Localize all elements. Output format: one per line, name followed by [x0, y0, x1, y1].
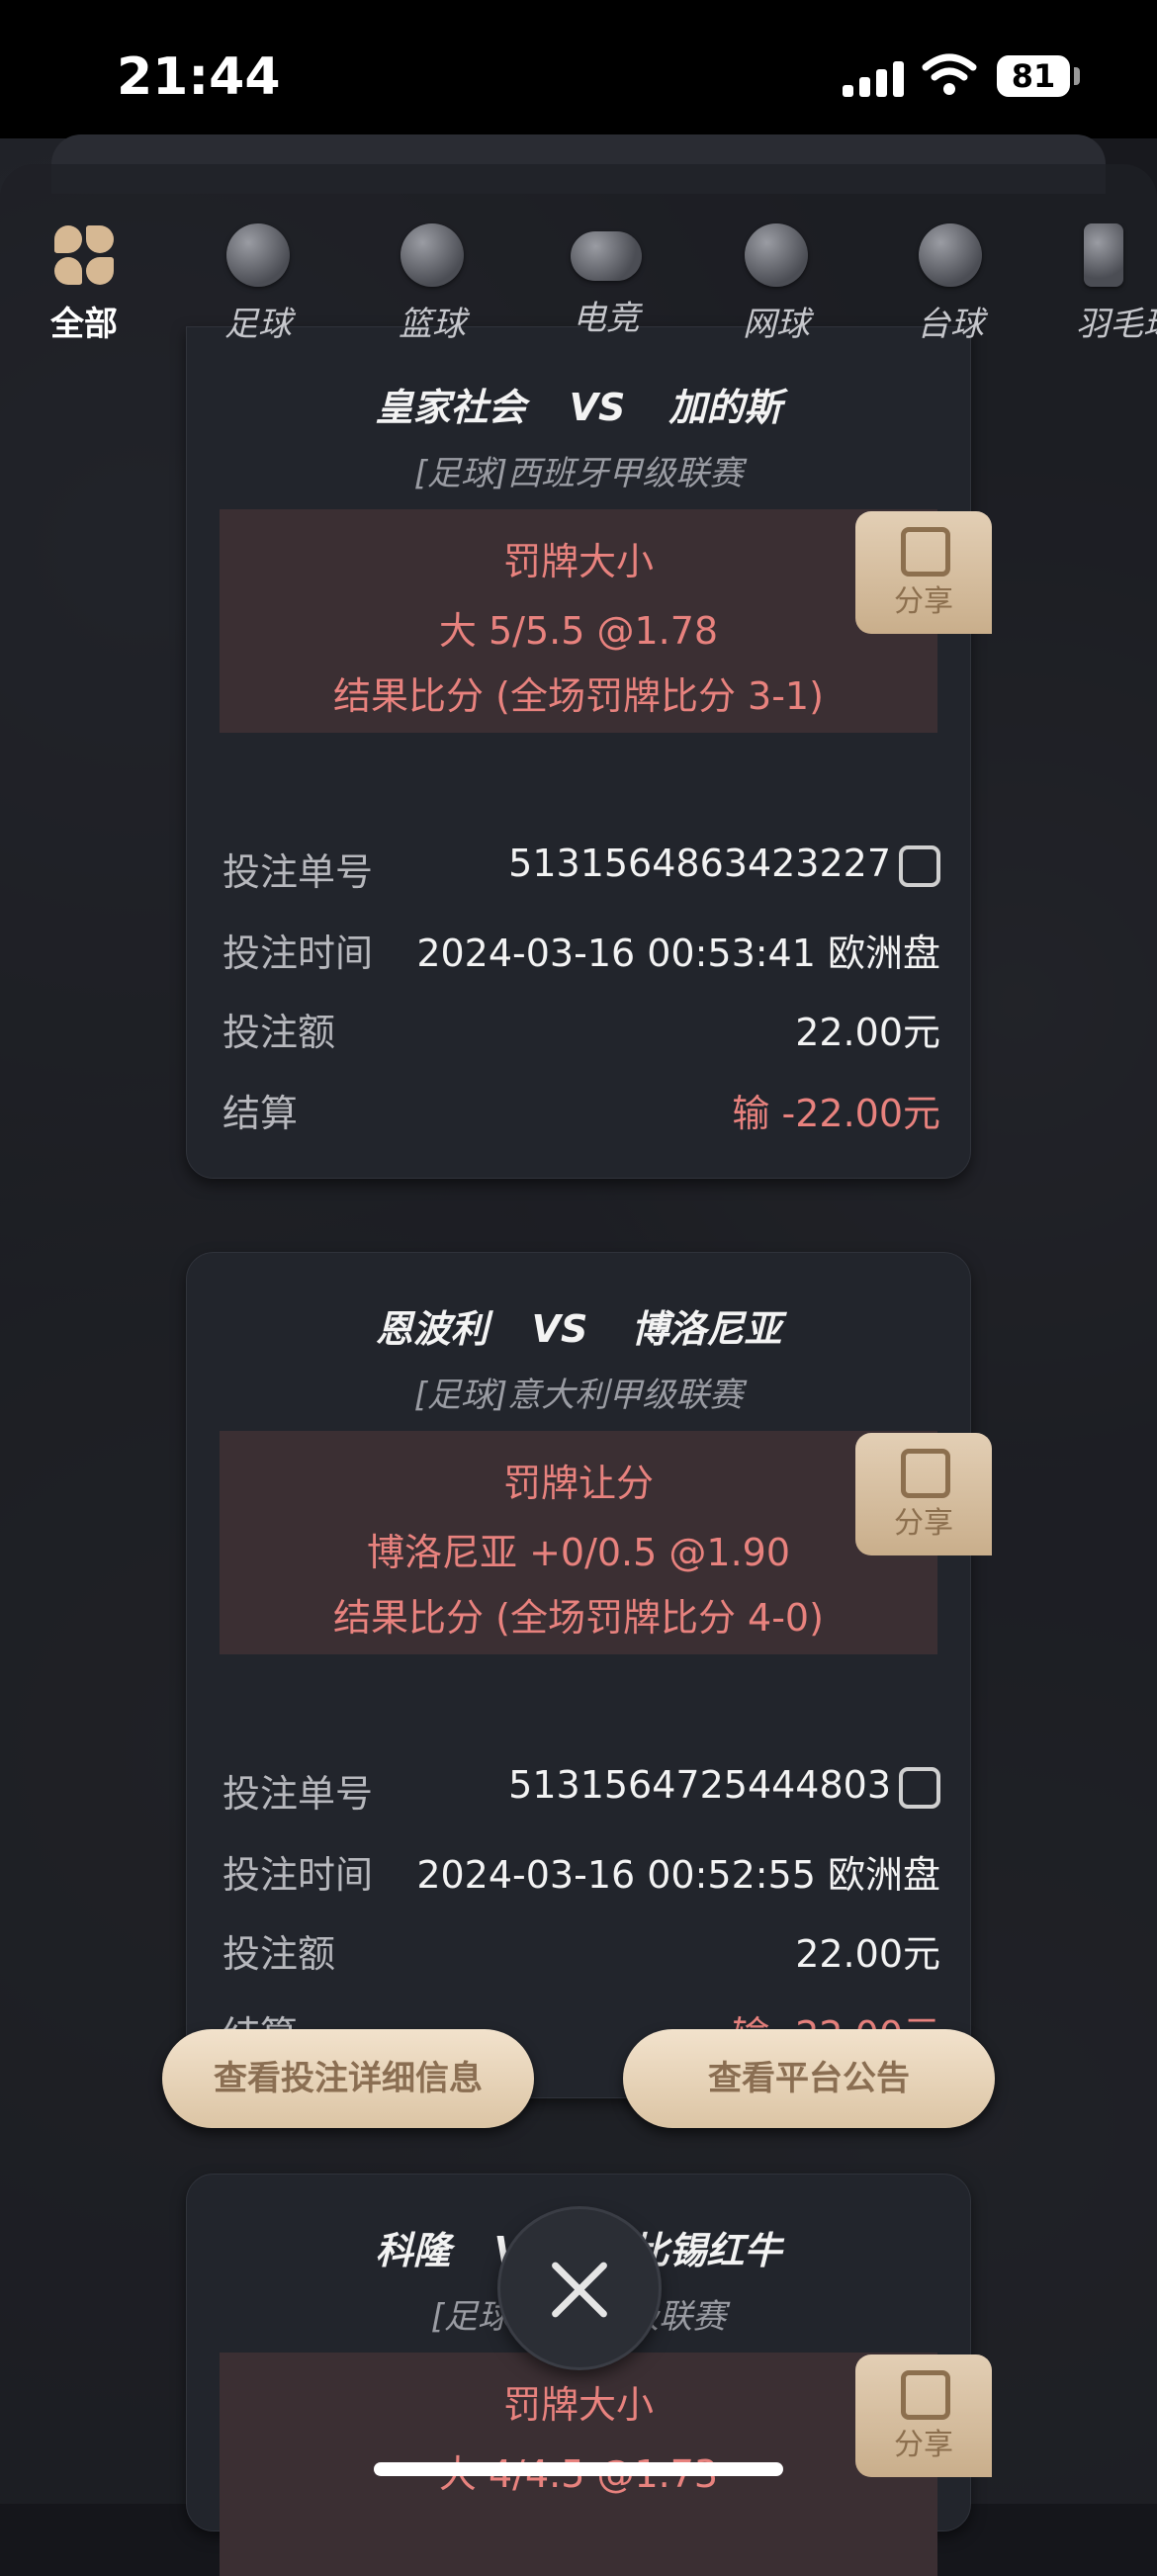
home-team: 皇家社会 [375, 386, 526, 429]
shuttlecock-icon [1084, 223, 1123, 287]
share-button[interactable]: 分享 [855, 1433, 992, 1555]
sport-tabs: 全部 足球 篮球 电竞 网球 台球 羽毛球 [0, 164, 1157, 362]
share-button[interactable]: 分享 [855, 511, 992, 634]
cellular-signal-icon [843, 59, 904, 97]
match-title: 皇家社会 VS 加的斯 [187, 377, 970, 431]
market-name: 罚牌大小 [502, 540, 654, 583]
bet-number-row: 投注单号 5131564725444803 [222, 1763, 940, 1822]
bet-amount-value: 22.00元 [795, 1011, 940, 1054]
basketball-icon [400, 223, 464, 287]
tab-esports[interactable]: 电竞 [532, 223, 680, 339]
bet-time-value: 2024-03-16 00:52:55 欧洲盘 [416, 1853, 940, 1897]
bet-number-value: 5131564725444803 [508, 1763, 940, 1809]
home-indicator[interactable] [374, 2462, 783, 2476]
status-bar: 21:44 81 [0, 0, 1157, 138]
view-platform-notice-button[interactable]: 查看平台公告 [623, 2029, 995, 2128]
battery-indicator: 81 [997, 55, 1070, 97]
tab-tennis[interactable]: 网球 [702, 223, 850, 345]
bet-number-label: 投注单号 [222, 1772, 374, 1816]
bet-number-value: 5131564863423227 [508, 842, 940, 887]
copy-icon[interactable] [899, 1766, 940, 1809]
billiard-ball-icon [919, 223, 982, 287]
share-label: 分享 [894, 1506, 953, 1541]
tab-billiards[interactable]: 台球 [876, 223, 1024, 345]
status-time: 21:44 [117, 47, 281, 107]
settlement-row: 结算 输 -22.00元 [222, 1083, 940, 1142]
battery-tip [1074, 67, 1080, 85]
tab-label: 台球 [917, 305, 984, 344]
match-title: 恩波利 VS 博洛尼亚 [187, 1298, 970, 1353]
tab-label: 篮球 [399, 305, 466, 344]
bet-time-label: 投注时间 [222, 932, 374, 975]
bet-number: 5131564725444803 [508, 1763, 891, 1807]
copy-icon[interactable] [899, 844, 940, 887]
home-team: 恩波利 [375, 1307, 489, 1351]
tab-basketball[interactable]: 篮球 [358, 223, 506, 345]
share-icon [901, 527, 950, 577]
bet-amount-row: 投注额 22.00元 [222, 1923, 940, 1983]
result-score: 结果比分 (全场罚牌比分 3-1) [333, 674, 824, 718]
bet-time-value: 2024-03-16 00:53:41 欧洲盘 [416, 932, 940, 975]
bet-number: 5131564863423227 [508, 842, 891, 885]
result-score: 结果比分 (全场罚牌比分 4-0) [333, 1596, 824, 1640]
bet-number-label: 投注单号 [222, 850, 374, 894]
away-team: 加的斯 [668, 386, 782, 429]
bet-card: 皇家社会 VS 加的斯 [足球]西班牙甲级联赛 罚牌大小 大 5/5.5 @1.78… [186, 326, 992, 1179]
tab-badminton[interactable]: 羽毛球 [1048, 223, 1157, 345]
tab-label: 足球 [224, 305, 292, 344]
wifi-icon [922, 53, 977, 95]
share-button[interactable]: 分享 [855, 2354, 992, 2477]
market-name: 罚牌让分 [502, 1462, 654, 1505]
away-team: 博洛尼亚 [631, 1307, 782, 1351]
tab-label: 电竞 [573, 299, 640, 338]
tab-label: 网球 [743, 305, 810, 344]
league-name: [足球]意大利甲级联赛 [413, 1376, 744, 1415]
home-team: 科隆 [375, 2229, 451, 2272]
bet-detail-box: 罚牌大小 大 5/5.5 @1.78 结果比分 (全场罚牌比分 3-1) [220, 509, 937, 733]
tab-label: 羽毛球 [1076, 305, 1157, 344]
bet-card: 恩波利 VS 博洛尼亚 [足球]意大利甲级联赛 罚牌让分 博洛尼亚 +0/0.5 @… [186, 1252, 992, 2098]
selection: 博洛尼亚 +0/0.5 @1.90 [366, 1531, 791, 1574]
bet-number-row: 投注单号 5131564863423227 [222, 842, 940, 901]
clover-icon [52, 223, 116, 287]
share-label: 分享 [894, 2428, 953, 2462]
bet-time-row: 投注时间 2024-03-16 00:52:55 欧洲盘 [222, 1844, 940, 1904]
market-name: 罚牌大小 [502, 2383, 654, 2427]
tennis-ball-icon [745, 223, 808, 287]
view-bet-details-button[interactable]: 查看投注详细信息 [162, 2029, 534, 2128]
bet-amount-label: 投注额 [222, 1011, 336, 1054]
selection: 大 5/5.5 @1.78 [438, 609, 719, 653]
football-icon [226, 223, 290, 287]
vs-label: VS [531, 1307, 588, 1351]
share-icon [901, 1449, 950, 1498]
tab-all[interactable]: 全部 [10, 223, 158, 345]
settlement-value: 输 -22.00元 [732, 1092, 940, 1135]
tab-label: 全部 [50, 305, 118, 344]
share-label: 分享 [894, 584, 953, 619]
league-name: [足球]西班牙甲级联赛 [413, 454, 744, 493]
vs-label: VS [569, 386, 626, 429]
bet-time-row: 投注时间 2024-03-16 00:53:41 欧洲盘 [222, 923, 940, 982]
tab-football[interactable]: 足球 [184, 223, 332, 345]
bet-time-label: 投注时间 [222, 1853, 374, 1897]
close-button[interactable] [500, 2209, 659, 2367]
settlement-label: 结算 [222, 1092, 299, 1135]
share-icon [901, 2370, 950, 2420]
bet-detail-box: 罚牌让分 博洛尼亚 +0/0.5 @1.90 结果比分 (全场罚牌比分 4-0) [220, 1431, 937, 1654]
bet-amount-value: 22.00元 [795, 1932, 940, 1976]
bet-amount-row: 投注额 22.00元 [222, 1002, 940, 1061]
gamepad-icon [571, 231, 642, 281]
bet-amount-label: 投注额 [222, 1932, 336, 1976]
